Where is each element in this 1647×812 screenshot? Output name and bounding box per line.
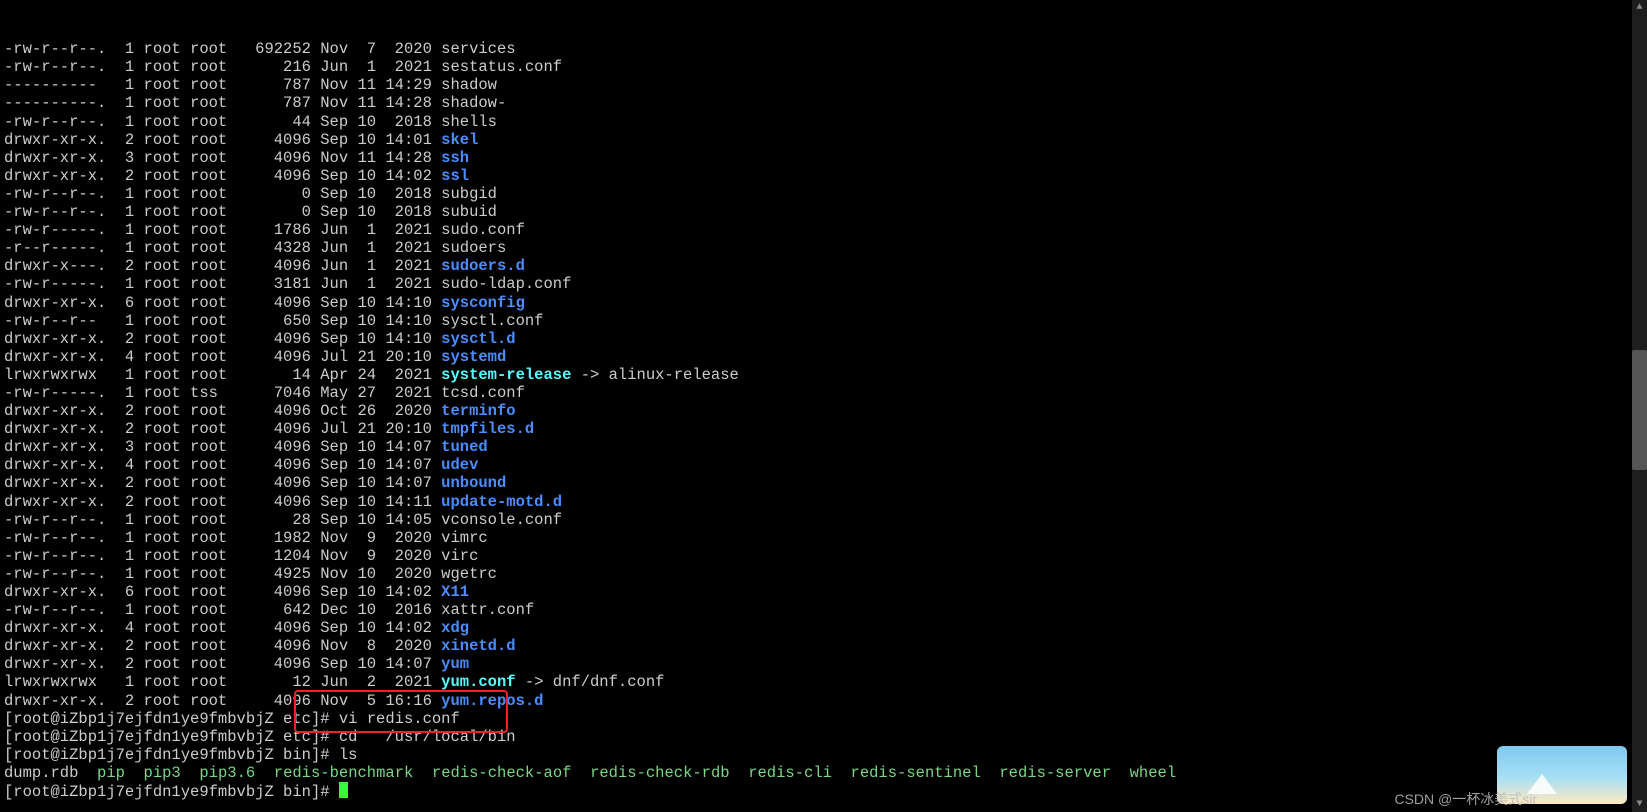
ls-row: drwxr-xr-x. 2 root root 4096 Oct 26 2020… xyxy=(4,402,1647,420)
prompt-line: [root@iZbp1j7ejfdn1ye9fmbvbjZ etc]# cd /… xyxy=(4,728,1647,746)
prompt-line: [root@iZbp1j7ejfdn1ye9fmbvbjZ etc]# vi r… xyxy=(4,710,1647,728)
ls-row: -rw-r--r-- 1 root root 650 Sep 10 14:10 … xyxy=(4,312,1647,330)
prompt-line: [root@iZbp1j7ejfdn1ye9fmbvbjZ bin]# ls xyxy=(4,746,1647,764)
ls-row: drwxr-xr-x. 6 root root 4096 Sep 10 14:1… xyxy=(4,294,1647,312)
ls-row: -rw-r--r--. 1 root root 28 Sep 10 14:05 … xyxy=(4,511,1647,529)
ls-row: drwxr-xr-x. 6 root root 4096 Sep 10 14:0… xyxy=(4,583,1647,601)
watermark-text: CSDN @一杯冰美式sir xyxy=(1394,790,1537,808)
ls-row: -rw-r--r--. 1 root root 4925 Nov 10 2020… xyxy=(4,565,1647,583)
ls-row: drwxr-xr-x. 2 root root 4096 Sep 10 14:0… xyxy=(4,167,1647,185)
ls-row: lrwxrwxrwx 1 root root 12 Jun 2 2021 yum… xyxy=(4,673,1647,691)
terminal-output: -rw-r--r--. 1 root root 692252 Nov 7 202… xyxy=(4,40,1647,801)
ls-row: ----------. 1 root root 787 Nov 11 14:28… xyxy=(4,94,1647,112)
ls-row: -rw-r--r--. 1 root root 1982 Nov 9 2020 … xyxy=(4,529,1647,547)
ls-row: drwxr-xr-x. 2 root root 4096 Sep 10 14:1… xyxy=(4,493,1647,511)
cursor xyxy=(339,782,348,798)
scrollbar[interactable]: ▲ ▼ xyxy=(1632,0,1647,812)
ls-row: drwxr-xr-x. 3 root root 4096 Nov 11 14:2… xyxy=(4,149,1647,167)
ls-row: -rw-r--r--. 1 root root 0 Sep 10 2018 su… xyxy=(4,203,1647,221)
terminal-window[interactable]: -rw-r--r--. 1 root root 692252 Nov 7 202… xyxy=(0,0,1647,812)
ls-row: drwxr-xr-x. 2 root root 4096 Jul 21 20:1… xyxy=(4,420,1647,438)
ls-row: ---------- 1 root root 787 Nov 11 14:29 … xyxy=(4,76,1647,94)
ls-row: -rw-r--r--. 1 root root 0 Sep 10 2018 su… xyxy=(4,185,1647,203)
ls-row: drwxr-xr-x. 3 root root 4096 Sep 10 14:0… xyxy=(4,438,1647,456)
ls-row: drwxr-xr-x. 4 root root 4096 Jul 21 20:1… xyxy=(4,348,1647,366)
ls-row: lrwxrwxrwx 1 root root 14 Apr 24 2021 sy… xyxy=(4,366,1647,384)
ls-bin-output: dump.rdb pip pip3 pip3.6 redis-benchmark… xyxy=(4,764,1647,782)
scroll-thumb[interactable] xyxy=(1632,350,1647,470)
scroll-up-arrow[interactable]: ▲ xyxy=(1632,0,1647,15)
ls-row: drwxr-xr-x. 4 root root 4096 Sep 10 14:0… xyxy=(4,619,1647,637)
ls-row: -rw-r--r--. 1 root root 692252 Nov 7 202… xyxy=(4,40,1647,58)
ls-row: drwxr-xr-x. 4 root root 4096 Sep 10 14:0… xyxy=(4,456,1647,474)
ls-row: -rw-r--r--. 1 root root 44 Sep 10 2018 s… xyxy=(4,113,1647,131)
ls-row: -r--r-----. 1 root root 4328 Jun 1 2021 … xyxy=(4,239,1647,257)
ls-row: drwxr-xr-x. 2 root root 4096 Sep 10 14:0… xyxy=(4,655,1647,673)
ls-row: drwxr-xr-x. 2 root root 4096 Nov 8 2020 … xyxy=(4,637,1647,655)
scroll-down-arrow[interactable]: ▼ xyxy=(1632,797,1647,812)
ls-row: drwxr-xr-x. 2 root root 4096 Sep 10 14:0… xyxy=(4,131,1647,149)
ls-row: -rw-r-----. 1 root tss 7046 May 27 2021 … xyxy=(4,384,1647,402)
ls-row: drwxr-xr-x. 2 root root 4096 Nov 5 16:16… xyxy=(4,692,1647,710)
ls-row: drwxr-x---. 2 root root 4096 Jun 1 2021 … xyxy=(4,257,1647,275)
ls-row: -rw-r-----. 1 root root 3181 Jun 1 2021 … xyxy=(4,275,1647,293)
ls-row: -rw-r--r--. 1 root root 1204 Nov 9 2020 … xyxy=(4,547,1647,565)
ls-row: drwxr-xr-x. 2 root root 4096 Sep 10 14:0… xyxy=(4,474,1647,492)
ls-row: drwxr-xr-x. 2 root root 4096 Sep 10 14:1… xyxy=(4,330,1647,348)
ls-row: -rw-r--r--. 1 root root 216 Jun 1 2021 s… xyxy=(4,58,1647,76)
ls-row: -rw-r--r--. 1 root root 642 Dec 10 2016 … xyxy=(4,601,1647,619)
ls-row: -rw-r-----. 1 root root 1786 Jun 1 2021 … xyxy=(4,221,1647,239)
